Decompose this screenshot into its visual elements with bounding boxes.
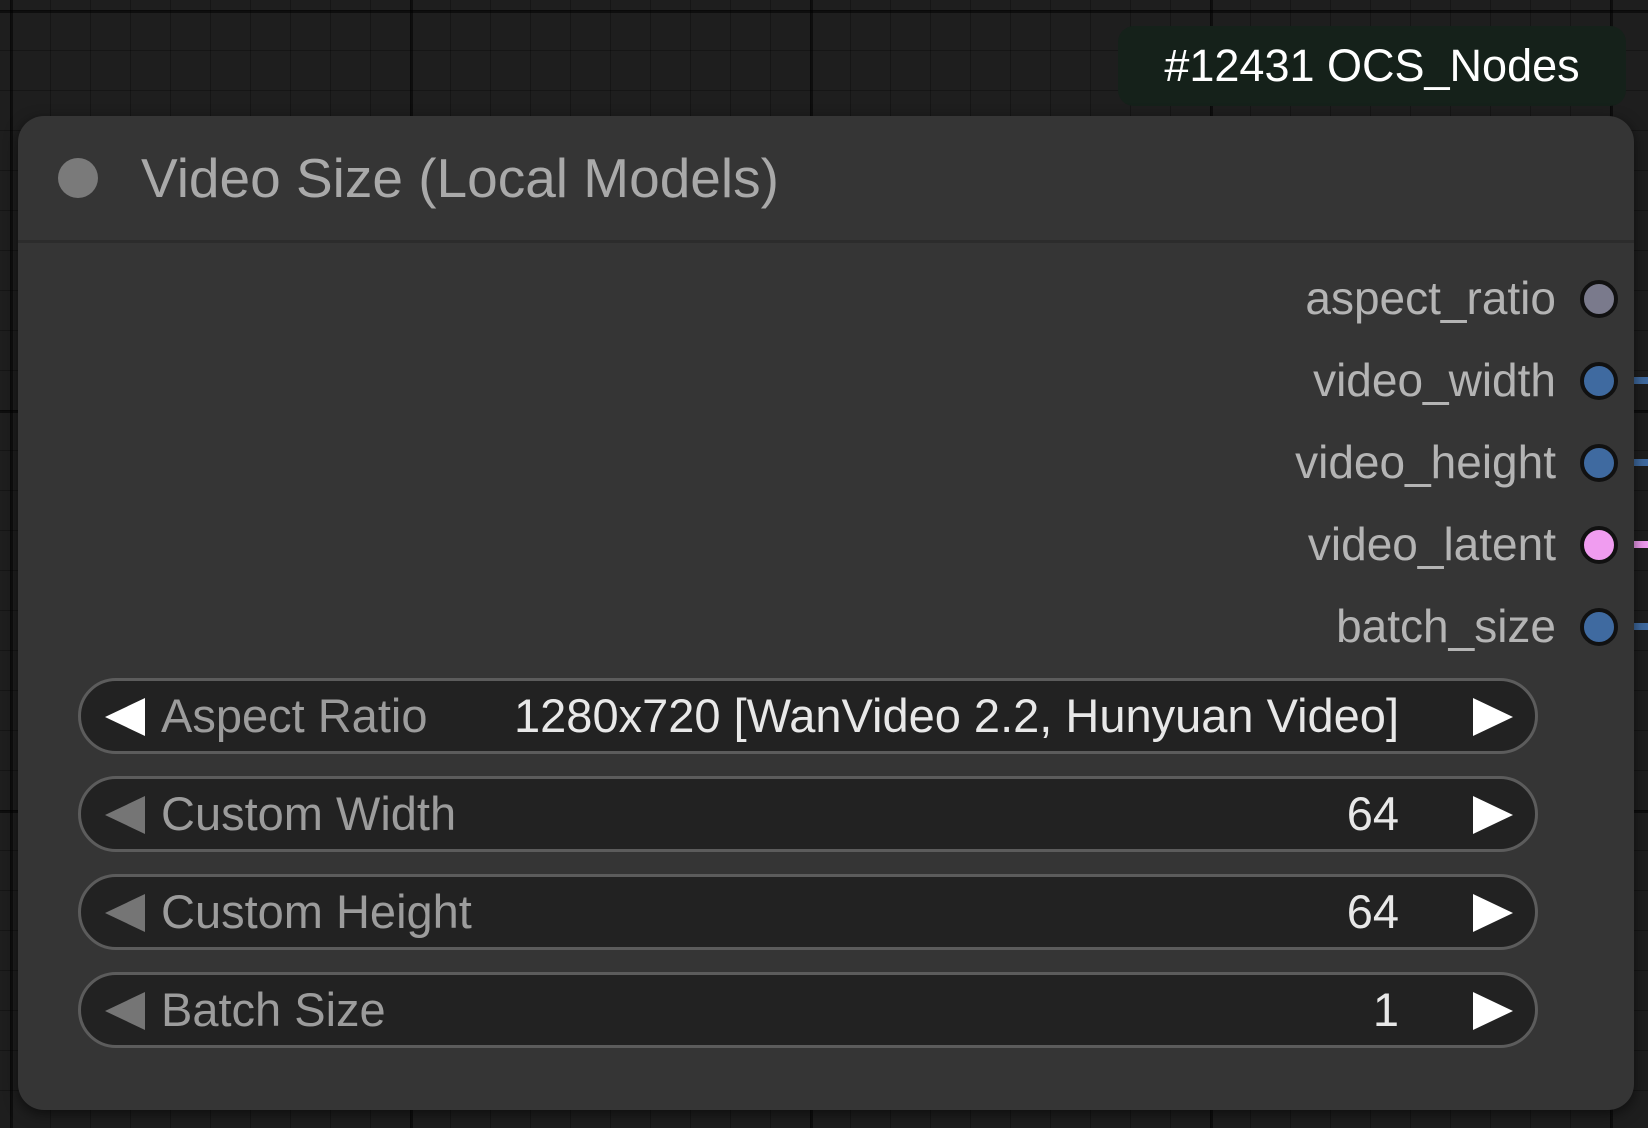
output-dot-icon[interactable] bbox=[1580, 526, 1618, 564]
output-label: batch_size bbox=[1336, 600, 1556, 652]
decrement-arrow-icon[interactable] bbox=[105, 894, 145, 932]
decrement-arrow-icon[interactable] bbox=[105, 796, 145, 834]
decrement-arrow-icon[interactable] bbox=[105, 698, 145, 736]
video-width-link bbox=[1634, 377, 1648, 384]
widget-value: 1 bbox=[1372, 983, 1399, 1036]
output-slot-video-latent[interactable]: video_latent bbox=[934, 514, 1634, 574]
widget-label: Custom Width bbox=[161, 787, 457, 840]
widget-value: 64 bbox=[1346, 885, 1399, 938]
output-label: video_height bbox=[1295, 436, 1556, 488]
batch-size-link bbox=[1634, 623, 1648, 630]
video-height-link bbox=[1634, 459, 1648, 466]
batch-size-stepper[interactable]: Batch Size 1 bbox=[78, 972, 1538, 1048]
output-slot-aspect-ratio[interactable]: aspect_ratio bbox=[934, 268, 1634, 328]
custom-height-stepper[interactable]: Custom Height 64 bbox=[78, 874, 1538, 950]
output-label: video_latent bbox=[1307, 518, 1556, 570]
node-id-badge: #12431 OCS_Nodes bbox=[1118, 26, 1626, 106]
video-size-node[interactable]: Video Size (Local Models) aspect_ratio v… bbox=[18, 116, 1634, 1110]
widget-label: Batch Size bbox=[161, 983, 386, 1036]
node-header[interactable]: Video Size (Local Models) bbox=[18, 116, 1634, 243]
increment-arrow-icon[interactable] bbox=[1473, 796, 1513, 834]
output-dot-icon[interactable] bbox=[1580, 280, 1618, 318]
widget-label: Aspect Ratio bbox=[161, 689, 428, 742]
aspect-ratio-combo[interactable]: Aspect Ratio 1280x720 [WanVideo 2.2, Hun… bbox=[78, 678, 1538, 754]
output-label: aspect_ratio bbox=[1305, 272, 1556, 324]
increment-arrow-icon[interactable] bbox=[1473, 992, 1513, 1030]
widget-value: 1280x720 [WanVideo 2.2, Hunyuan Video] bbox=[514, 689, 1399, 742]
output-slot-video-height[interactable]: video_height bbox=[934, 432, 1634, 492]
output-dot-icon[interactable] bbox=[1580, 362, 1618, 400]
custom-width-stepper[interactable]: Custom Width 64 bbox=[78, 776, 1538, 852]
widget-label: Custom Height bbox=[161, 885, 472, 938]
output-slot-video-width[interactable]: video_width bbox=[934, 350, 1634, 410]
node-title: Video Size (Local Models) bbox=[141, 147, 779, 209]
output-dot-icon[interactable] bbox=[1580, 608, 1618, 646]
output-label: video_width bbox=[1313, 354, 1556, 406]
video-latent-link bbox=[1634, 541, 1648, 548]
decrement-arrow-icon[interactable] bbox=[105, 992, 145, 1030]
increment-arrow-icon[interactable] bbox=[1473, 698, 1513, 736]
output-dot-icon[interactable] bbox=[1580, 444, 1618, 482]
widget-value: 64 bbox=[1346, 787, 1399, 840]
output-slot-batch-size[interactable]: batch_size bbox=[934, 596, 1634, 656]
collapse-toggle-icon[interactable] bbox=[58, 158, 98, 198]
increment-arrow-icon[interactable] bbox=[1473, 894, 1513, 932]
